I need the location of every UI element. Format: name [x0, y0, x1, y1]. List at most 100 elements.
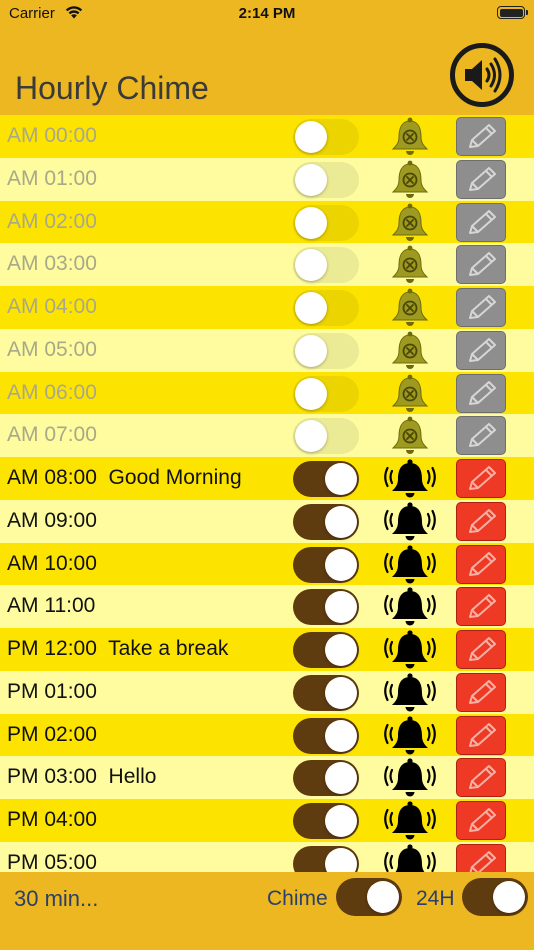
chime-time-label: AM 05:00 [7, 337, 97, 361]
bell-ringing-icon[interactable] [381, 842, 439, 872]
bell-muted-icon[interactable] [381, 329, 439, 371]
bell-ringing-icon[interactable] [381, 585, 439, 627]
chime-time-label: AM 11:00 [7, 594, 96, 618]
bell-muted-icon[interactable] [381, 115, 439, 157]
table-row[interactable]: PM 12:00 Take a break [0, 628, 534, 671]
chime-toggle[interactable] [293, 418, 359, 455]
edit-button[interactable] [456, 630, 506, 669]
table-row[interactable]: AM 04:00 [0, 286, 534, 329]
toggle-knob [325, 591, 357, 624]
table-row[interactable]: AM 02:00 [0, 200, 534, 244]
edit-button[interactable] [456, 202, 506, 242]
edit-button[interactable] [456, 843, 506, 872]
table-row[interactable]: AM 01:00 [0, 157, 534, 201]
chime-toggle[interactable] [293, 290, 359, 326]
edit-button[interactable] [456, 672, 506, 712]
page-title: Hourly Chime [15, 70, 209, 106]
chime-toggle[interactable] [293, 589, 359, 626]
edit-button[interactable] [456, 330, 506, 370]
chime-toggle[interactable] [293, 503, 359, 540]
edit-button[interactable] [456, 245, 506, 285]
table-row[interactable]: AM 11:00 [0, 585, 534, 628]
bell-ringing-icon[interactable] [381, 799, 439, 841]
bell-ringing-icon[interactable] [381, 628, 439, 670]
table-row[interactable]: AM 09:00 [0, 499, 534, 543]
table-row[interactable]: AM 00:00 [0, 115, 534, 158]
edit-button[interactable] [456, 758, 506, 798]
edit-button[interactable] [456, 416, 506, 456]
table-row[interactable]: PM 05:00 [0, 841, 534, 872]
chime-list[interactable]: AM 00:00 AM 01:00 AM 02:00 AM 03:00 AM 04:00… [0, 115, 534, 872]
table-row[interactable]: AM 03:00 [0, 243, 534, 286]
chime-toggle[interactable] [293, 247, 359, 284]
clock: 2:14 PM [238, 5, 296, 22]
chime-time-label: PM 03:00 Hello [7, 765, 157, 789]
toggle-knob [325, 719, 357, 752]
chime-toggle[interactable] [293, 845, 359, 872]
chime-toggle[interactable] [293, 161, 359, 198]
status-bar: Carrier 2:14 PM [0, 0, 534, 30]
chime-toggle[interactable] [293, 332, 359, 369]
toggle-knob [295, 206, 327, 239]
chime-time-label: AM 09:00 [7, 508, 97, 532]
h24-label: 24H [416, 887, 455, 910]
edit-button[interactable] [456, 288, 506, 327]
chime-toggle[interactable] [293, 375, 359, 412]
chime-time-label: AM 06:00 [7, 380, 97, 404]
chime-toggle[interactable] [293, 803, 359, 839]
bell-muted-icon[interactable] [381, 243, 439, 285]
chime-time-label: PM 12:00 Take a break [7, 637, 229, 660]
chime-time-label: PM 04:00 [7, 808, 97, 831]
edit-button[interactable] [456, 715, 506, 755]
chime-toggle[interactable] [293, 204, 359, 241]
edit-button[interactable] [456, 587, 506, 627]
edit-button[interactable] [456, 159, 506, 199]
table-row[interactable]: PM 03:00 Hello [0, 756, 534, 799]
bell-muted-icon[interactable] [381, 286, 439, 328]
chime-toggle[interactable] [293, 632, 359, 668]
bell-ringing-icon[interactable] [381, 457, 439, 499]
edit-button[interactable] [456, 501, 506, 541]
toggle-knob [493, 881, 525, 913]
table-row[interactable]: AM 07:00 [0, 414, 534, 457]
table-row[interactable]: AM 08:00 Good Morning [0, 457, 534, 500]
bell-ringing-icon[interactable] [381, 671, 439, 713]
edit-button[interactable] [456, 117, 506, 156]
speaker-volume-icon[interactable] [450, 43, 514, 107]
bell-ringing-icon[interactable] [381, 756, 439, 798]
h24-toggle[interactable] [462, 878, 528, 916]
table-row[interactable]: AM 10:00 [0, 542, 534, 586]
edit-button[interactable] [456, 801, 506, 840]
toggle-knob [325, 548, 357, 581]
chime-toggle[interactable] [293, 717, 359, 754]
chime-toggle[interactable] [293, 760, 359, 797]
interval-button[interactable]: 30 min... [14, 886, 98, 912]
bell-ringing-icon[interactable] [381, 543, 439, 585]
bell-muted-icon[interactable] [381, 201, 439, 243]
table-row[interactable]: PM 04:00 [0, 799, 534, 842]
table-row[interactable]: PM 01:00 [0, 670, 534, 714]
bell-muted-icon[interactable] [381, 158, 439, 200]
chime-time-label: PM 01:00 [7, 679, 97, 703]
chime-toggle[interactable] [293, 546, 359, 583]
chime-toggle[interactable] [293, 461, 359, 497]
chime-toggle[interactable] [293, 674, 359, 711]
toggle-knob [325, 847, 357, 872]
bell-ringing-icon[interactable] [381, 714, 439, 756]
edit-button[interactable] [456, 373, 506, 413]
chime-toggle[interactable] [293, 119, 359, 155]
toggle-knob [295, 420, 327, 453]
table-row[interactable]: AM 06:00 [0, 371, 534, 415]
edit-button[interactable] [456, 459, 506, 498]
chime-time-label: AM 03:00 [7, 252, 97, 276]
edit-button[interactable] [456, 544, 506, 584]
table-row[interactable]: PM 02:00 [0, 713, 534, 757]
bell-ringing-icon[interactable] [381, 500, 439, 542]
footer-bar: 30 min... Chime 24H [0, 872, 534, 950]
toggle-knob [325, 805, 357, 837]
table-row[interactable]: AM 05:00 [0, 328, 534, 372]
chime-time-label: AM 02:00 [7, 209, 97, 233]
bell-muted-icon[interactable] [381, 372, 439, 414]
chime-toggle[interactable] [336, 878, 402, 916]
bell-muted-icon[interactable] [381, 414, 439, 456]
